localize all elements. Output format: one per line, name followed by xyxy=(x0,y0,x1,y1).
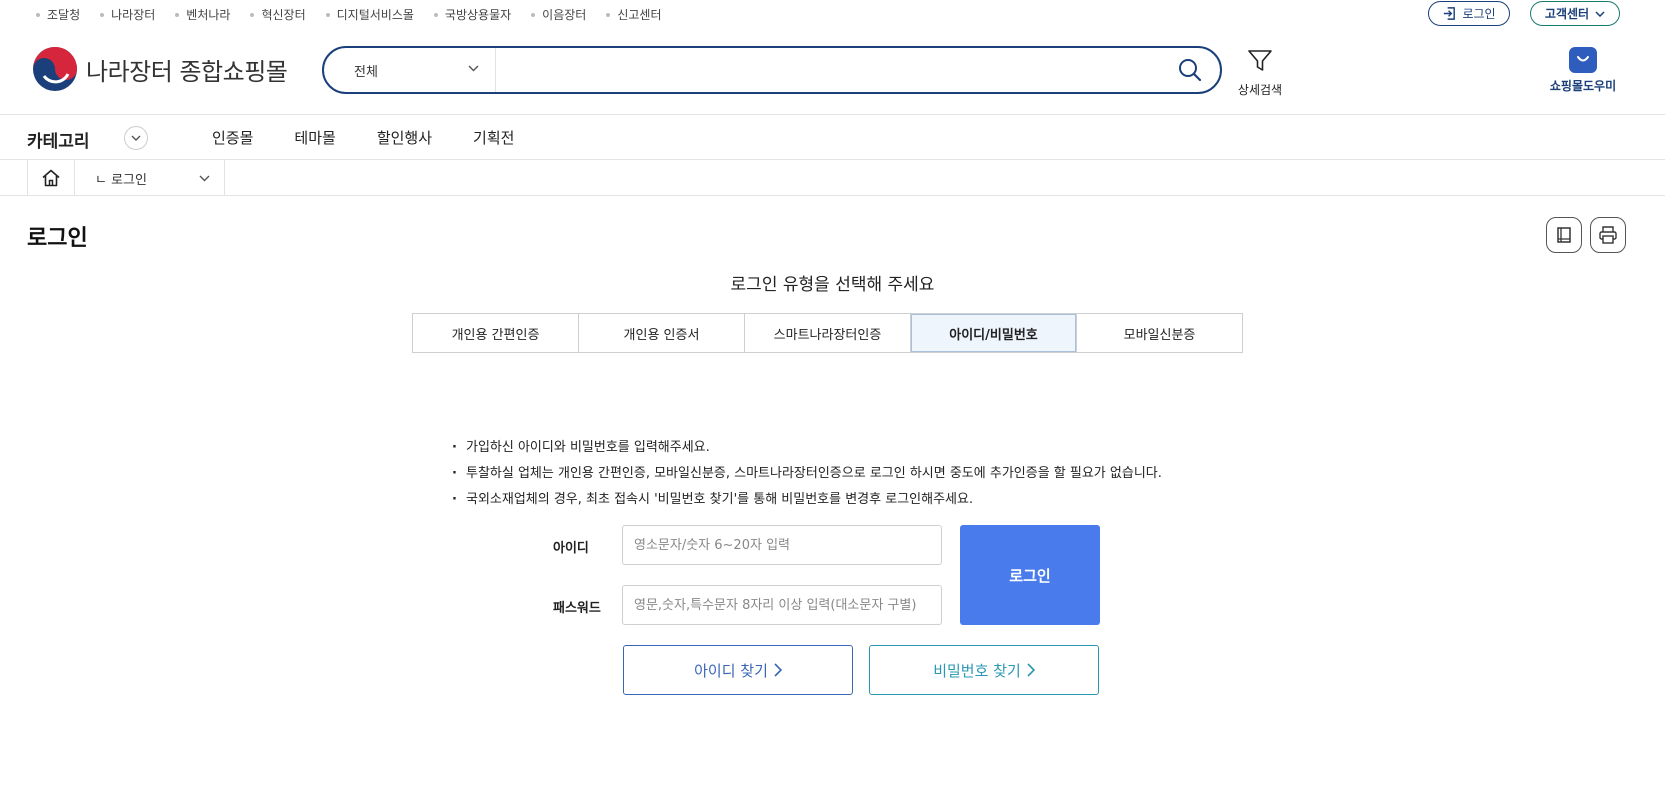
tab-simple-auth[interactable]: 개인용 간편인증 xyxy=(413,314,579,352)
login-type-heading: 로그인 유형을 선택해 주세요 xyxy=(730,275,935,295)
manual-button[interactable] xyxy=(1546,217,1582,253)
home-button[interactable] xyxy=(27,160,75,196)
search-button[interactable] xyxy=(1160,48,1220,92)
notice-item: 국외소재업체의 경우, 최초 접속시 '비밀번호 찾기'를 통해 비밀번호를 변… xyxy=(452,487,1162,513)
tab-id-password[interactable]: 아이디/비밀번호 xyxy=(911,314,1077,352)
helper-icon xyxy=(1569,47,1597,73)
find-password-button[interactable]: 비밀번호 찾기 xyxy=(869,645,1099,695)
chevron-down-icon xyxy=(468,65,479,72)
chevron-down-icon xyxy=(131,135,141,141)
top-login-button[interactable]: 로그인 xyxy=(1428,1,1510,26)
util-link-defense[interactable]: 국방상용물자 xyxy=(433,6,511,23)
util-link-report[interactable]: 신고센터 xyxy=(606,6,662,23)
util-link-jodal[interactable]: 조달청 xyxy=(36,6,80,23)
printer-icon xyxy=(1599,226,1617,244)
notice-item: 가입하신 아이디와 비밀번호를 입력해주세요. xyxy=(452,435,1162,461)
util-link-narajangteo[interactable]: 나라장터 xyxy=(100,6,155,23)
bullet-icon xyxy=(175,12,180,17)
taegeuk-logo-icon xyxy=(33,47,77,91)
category-label[interactable]: 카테고리 xyxy=(27,127,90,152)
id-input[interactable] xyxy=(622,525,942,565)
shopping-helper-button[interactable]: 쇼핑몰도우미 xyxy=(1546,47,1620,94)
book-icon xyxy=(1557,227,1571,243)
util-link-digital-service[interactable]: 디지털서비스몰 xyxy=(325,6,414,23)
tab-certificate[interactable]: 개인용 인증서 xyxy=(579,314,745,352)
site-logo[interactable]: 나라장터 종합쇼핑몰 xyxy=(32,46,288,92)
find-id-button[interactable]: 아이디 찾기 xyxy=(623,645,853,695)
tab-smart-narajangteo[interactable]: 스마트나라장터인증 xyxy=(745,314,911,352)
nav-item-discount-event[interactable]: 할인행사 xyxy=(377,127,432,148)
bullet-icon xyxy=(250,12,255,17)
bullet-icon xyxy=(36,12,40,17)
login-notices: 가입하신 아이디와 비밀번호를 입력해주세요. 투찰하실 업체는 개인용 간편인… xyxy=(452,435,1162,513)
nav-item-exhibition[interactable]: 기획전 xyxy=(473,127,514,148)
tab-mobile-id[interactable]: 모바일신분증 xyxy=(1077,314,1242,352)
utility-bar: 조달청 나라장터 벤처나라 혁신장터 디지털서비스몰 국방상용물자 이음장터 신… xyxy=(0,0,1665,28)
nav-items: 인증몰 테마몰 할인행사 기획전 xyxy=(212,127,555,148)
detail-search-button[interactable]: 상세검색 xyxy=(1234,47,1286,98)
util-link-ieum[interactable]: 이음장터 xyxy=(531,6,586,23)
page-title: 로그인 xyxy=(27,226,88,251)
id-label: 아이디 xyxy=(553,541,589,556)
search-input[interactable] xyxy=(496,48,1160,92)
password-label: 패스워드 xyxy=(553,601,601,616)
family-site-links: 조달청 나라장터 벤처나라 혁신장터 디지털서비스몰 국방상용물자 이음장터 신… xyxy=(36,6,682,23)
main-nav: 카테고리 인증몰 테마몰 할인행사 기획전 xyxy=(0,114,1665,160)
chevron-down-icon xyxy=(1595,10,1605,17)
bullet-icon xyxy=(606,12,611,17)
search-scope-select[interactable]: 전체 xyxy=(324,48,496,92)
category-toggle-button[interactable] xyxy=(124,126,148,150)
notice-item: 투찰하실 업체는 개인용 간편인증, 모바일신분증, 스마트나라장터인증으로 로… xyxy=(452,461,1162,487)
bullet-icon xyxy=(100,12,105,17)
login-type-tabs: 개인용 간편인증 개인용 인증서 스마트나라장터인증 아이디/비밀번호 모바일신… xyxy=(412,313,1243,353)
filter-icon xyxy=(1248,50,1272,71)
print-button[interactable] xyxy=(1590,217,1626,253)
login-icon xyxy=(1444,7,1456,20)
chevron-right-icon xyxy=(774,663,782,677)
logo-text: 나라장터 종합쇼핑몰 xyxy=(86,57,288,86)
bullet-icon xyxy=(433,12,438,17)
chevron-down-icon xyxy=(199,175,210,182)
nav-item-theme-mall[interactable]: 테마몰 xyxy=(294,127,335,148)
password-input[interactable] xyxy=(622,585,942,625)
login-button[interactable]: 로그인 xyxy=(960,525,1100,625)
customer-center-button[interactable]: 고객센터 xyxy=(1530,1,1620,26)
bullet-icon xyxy=(531,12,536,17)
breadcrumb-current-select[interactable]: ㄴ 로그인 xyxy=(75,160,225,196)
breadcrumb: ㄴ 로그인 xyxy=(0,160,1665,196)
util-link-venture[interactable]: 벤처나라 xyxy=(175,6,230,23)
nav-item-certified-mall[interactable]: 인증몰 xyxy=(212,127,253,148)
home-icon xyxy=(42,169,60,187)
bullet-icon xyxy=(325,12,330,17)
util-link-innovation[interactable]: 혁신장터 xyxy=(250,6,306,23)
chevron-right-icon xyxy=(1027,663,1035,677)
search-icon xyxy=(1179,59,1202,82)
search-bar: 전체 xyxy=(322,46,1222,94)
